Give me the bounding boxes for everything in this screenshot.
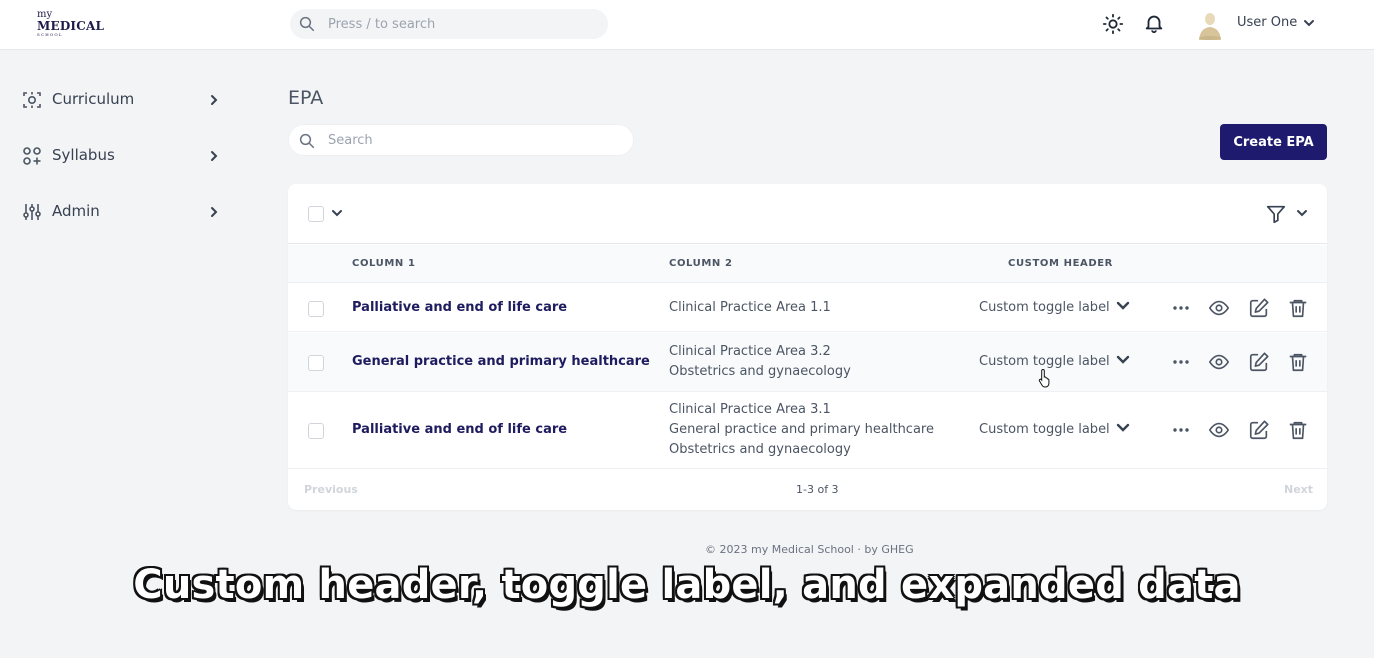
row-title[interactable]: Palliative and end of life care <box>352 422 567 437</box>
pagination: Previous 1-3 of 3 Next <box>288 469 1327 510</box>
chevron-down-icon[interactable] <box>1303 17 1315 29</box>
next-button[interactable]: Next <box>1284 483 1313 496</box>
table-search-input[interactable] <box>328 125 618 155</box>
col2-line: Obstetrics and gynaecology <box>669 364 851 379</box>
avatar[interactable] <box>1196 10 1224 40</box>
col2-line: Clinical Practice Area 3.2 <box>669 344 831 359</box>
table-row: Palliative and end of life care Clinical… <box>288 393 1327 469</box>
chevron-right-icon <box>211 207 218 217</box>
epa-table-card: COLUMN 1 COLUMN 2 CUSTOM HEADER Palliati… <box>288 184 1327 510</box>
logo[interactable]: my MEDICAL SCHOOL <box>37 10 105 38</box>
eye-icon[interactable] <box>1208 297 1230 319</box>
filter-icon[interactable] <box>1265 203 1287 225</box>
table-search <box>288 124 634 156</box>
trash-icon[interactable] <box>1287 419 1309 441</box>
toggle-label: Custom toggle label <box>979 354 1110 369</box>
edit-icon[interactable] <box>1248 297 1270 319</box>
more-icon[interactable] <box>1170 419 1192 441</box>
video-caption: Custom header, toggle label, and expande… <box>133 562 1241 608</box>
logo-line-3: SCHOOL <box>37 32 63 37</box>
sidebar-item-curriculum[interactable]: Curriculum <box>22 88 222 112</box>
sidebar-item-syllabus[interactable]: Syllabus <box>22 144 222 168</box>
logo-line-2: MEDICAL <box>37 19 105 33</box>
sliders-icon <box>23 204 41 220</box>
row-checkbox[interactable] <box>308 423 324 439</box>
edit-icon[interactable] <box>1248 419 1270 441</box>
syllabus-icon <box>23 147 41 165</box>
col2-line: Obstetrics and gynaecology <box>669 442 851 457</box>
custom-toggle[interactable]: Custom toggle label <box>979 300 1130 315</box>
toggle-label: Custom toggle label <box>979 422 1110 437</box>
chevron-down-icon <box>1116 301 1129 310</box>
custom-toggle[interactable]: Custom toggle label <box>979 354 1130 369</box>
table-row: General practice and primary healthcare … <box>288 333 1327 392</box>
row-title[interactable]: Palliative and end of life care <box>352 300 567 315</box>
chevron-down-icon <box>1116 355 1129 364</box>
eye-icon[interactable] <box>1208 419 1230 441</box>
hand-cursor-icon <box>1038 368 1050 388</box>
column-header-custom[interactable]: CUSTOM HEADER <box>1008 258 1113 269</box>
sun-icon[interactable] <box>1102 13 1124 35</box>
eye-icon[interactable] <box>1208 351 1230 373</box>
curriculum-icon <box>23 92 41 108</box>
col2-line: General practice and primary healthcare <box>669 422 934 437</box>
table-header: COLUMN 1 COLUMN 2 CUSTOM HEADER <box>288 245 1327 283</box>
top-bar: my MEDICAL SCHOOL User One <box>0 0 1374 50</box>
chevron-down-icon <box>1116 423 1129 432</box>
row-column-2: Clinical Practice Area 1.1 <box>669 298 831 318</box>
chevron-down-icon[interactable] <box>331 207 343 219</box>
page-title: EPA <box>288 87 324 109</box>
toggle-label: Custom toggle label <box>979 300 1110 315</box>
global-search-input[interactable] <box>328 9 598 39</box>
custom-toggle[interactable]: Custom toggle label <box>979 422 1130 437</box>
chevron-down-icon[interactable] <box>1296 207 1308 219</box>
more-icon[interactable] <box>1170 351 1192 373</box>
select-all-checkbox[interactable] <box>308 206 324 222</box>
row-checkbox[interactable] <box>308 355 324 371</box>
search-icon <box>299 133 315 149</box>
footer-copyright: © 2023 my Medical School · by GHEG <box>705 543 914 556</box>
row-checkbox[interactable] <box>308 301 324 317</box>
bell-icon[interactable] <box>1143 12 1165 34</box>
column-header-2[interactable]: COLUMN 2 <box>669 258 733 269</box>
sidebar-item-admin[interactable]: Admin <box>22 200 222 224</box>
global-search <box>290 9 608 39</box>
sidebar-item-label: Syllabus <box>52 146 115 164</box>
row-title[interactable]: General practice and primary healthcare <box>352 354 650 369</box>
col2-line: Clinical Practice Area 1.1 <box>669 300 831 315</box>
create-epa-button[interactable]: Create EPA <box>1220 124 1327 160</box>
trash-icon[interactable] <box>1287 351 1309 373</box>
more-icon[interactable] <box>1170 297 1192 319</box>
sidebar-item-label: Curriculum <box>52 90 135 108</box>
previous-button[interactable]: Previous <box>304 483 358 496</box>
column-header-1[interactable]: COLUMN 1 <box>352 258 416 269</box>
trash-icon[interactable] <box>1287 297 1309 319</box>
col2-line: Clinical Practice Area 3.1 <box>669 402 831 417</box>
sidebar-item-label: Admin <box>52 202 100 220</box>
row-column-2: Clinical Practice Area 3.1 General pract… <box>669 400 934 460</box>
search-icon <box>299 16 315 32</box>
chevron-right-icon <box>211 151 218 161</box>
chevron-right-icon <box>211 95 218 105</box>
table-row: Palliative and end of life care Clinical… <box>288 284 1327 332</box>
table-toolbar <box>288 184 1327 244</box>
user-name[interactable]: User One <box>1237 15 1297 30</box>
row-column-2: Clinical Practice Area 3.2 Obstetrics an… <box>669 342 851 382</box>
edit-icon[interactable] <box>1248 351 1270 373</box>
pagination-info: 1-3 of 3 <box>796 483 839 496</box>
